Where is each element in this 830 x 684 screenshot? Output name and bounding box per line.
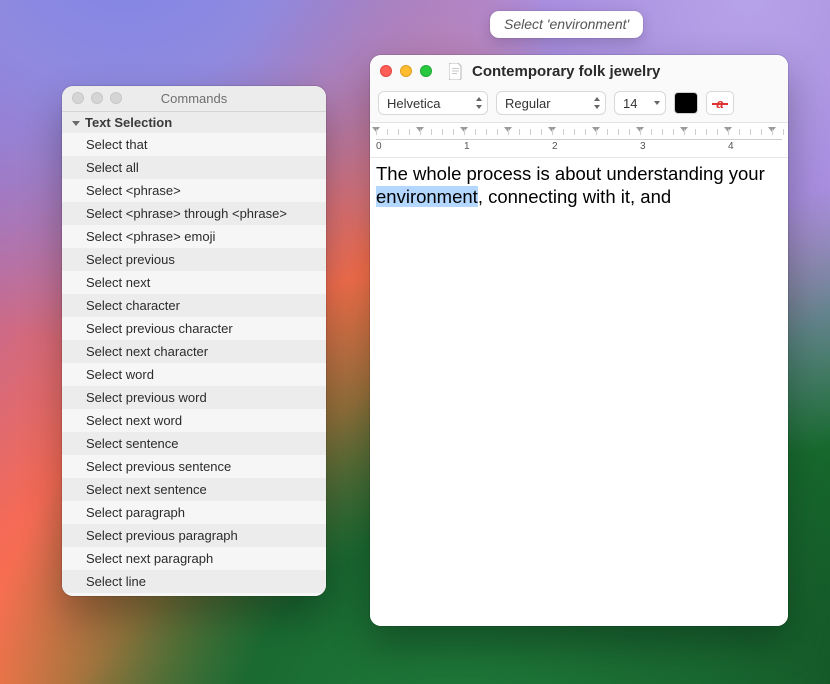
ruler-label: 1: [464, 141, 470, 152]
command-row[interactable]: Select previous line: [62, 593, 326, 596]
minimize-icon[interactable]: [400, 65, 412, 77]
commands-window: Commands Text Selection Select thatSelec…: [62, 86, 326, 596]
font-style-popup[interactable]: Regular: [496, 91, 606, 115]
textedit-window: Contemporary folk jewelry Helvetica Regu…: [370, 55, 788, 626]
ruler-label: 0: [376, 141, 382, 152]
traffic-lights-inactive: [72, 92, 122, 104]
close-icon[interactable]: [380, 65, 392, 77]
document-body[interactable]: The whole process is about understanding…: [370, 158, 788, 626]
ruler-label: 3: [640, 141, 646, 152]
command-row[interactable]: Select <phrase> emoji: [62, 225, 326, 248]
command-row[interactable]: Select previous character: [62, 317, 326, 340]
command-row[interactable]: Select previous sentence: [62, 455, 326, 478]
font-style-value: Regular: [497, 96, 553, 111]
command-row[interactable]: Select next paragraph: [62, 547, 326, 570]
command-row[interactable]: Select that: [62, 133, 326, 156]
font-family-popup[interactable]: Helvetica: [378, 91, 488, 115]
command-row[interactable]: Select <phrase>: [62, 179, 326, 202]
font-size-value: 14: [615, 96, 639, 111]
zoom-icon[interactable]: [110, 92, 122, 104]
chevron-down-icon[interactable]: [649, 97, 665, 109]
ruler-numbers: 0 1 2 3 4: [376, 141, 788, 155]
minimize-icon[interactable]: [91, 92, 103, 104]
command-row[interactable]: Select next: [62, 271, 326, 294]
disclosure-triangle-down-icon[interactable]: [70, 117, 82, 129]
font-family-value: Helvetica: [379, 96, 442, 111]
commands-titlebar[interactable]: Commands: [62, 86, 326, 112]
close-icon[interactable]: [72, 92, 84, 104]
command-row[interactable]: Select line: [62, 570, 326, 593]
command-row[interactable]: Select sentence: [62, 432, 326, 455]
siri-voice-bubble: Select 'environment': [490, 11, 643, 38]
commands-list: Select thatSelect allSelect <phrase>Sele…: [62, 133, 326, 596]
command-row[interactable]: Select next word: [62, 409, 326, 432]
siri-voice-text: Select 'environment': [504, 16, 629, 32]
zoom-icon[interactable]: [420, 65, 432, 77]
command-row[interactable]: Select previous: [62, 248, 326, 271]
commands-section-header[interactable]: Text Selection: [62, 112, 326, 133]
textedit-titlebar[interactable]: Contemporary folk jewelry: [370, 55, 788, 87]
ruler-label: 4: [728, 141, 734, 152]
command-row[interactable]: Select next character: [62, 340, 326, 363]
desktop-wallpaper: Select 'environment' Commands Text Selec…: [0, 0, 830, 684]
command-row[interactable]: Select word: [62, 363, 326, 386]
commands-section-title: Text Selection: [85, 115, 172, 130]
command-row[interactable]: Select previous word: [62, 386, 326, 409]
command-row[interactable]: Select next sentence: [62, 478, 326, 501]
command-row[interactable]: Select paragraph: [62, 501, 326, 524]
strikethrough-button[interactable]: a: [706, 91, 734, 115]
text-color-well[interactable]: [674, 92, 698, 114]
document-selection: environment: [376, 186, 478, 207]
updown-arrows-icon: [589, 97, 605, 109]
traffic-lights: [380, 65, 432, 77]
ruler-label: 2: [552, 141, 558, 152]
command-row[interactable]: Select <phrase> through <phrase>: [62, 202, 326, 225]
document-text-after-selection: , connecting with it, and: [478, 186, 671, 207]
command-row[interactable]: Select all: [62, 156, 326, 179]
document-icon: [448, 62, 464, 80]
font-size-field[interactable]: 14: [614, 91, 666, 115]
textedit-document-title: Contemporary folk jewelry: [472, 63, 660, 80]
textedit-toolbar: Helvetica Regular 14 a: [370, 87, 788, 123]
document-text-before-selection: The whole process is about understanding…: [376, 163, 765, 184]
command-row[interactable]: Select previous paragraph: [62, 524, 326, 547]
updown-arrows-icon: [471, 97, 487, 109]
strikethrough-glyph: a: [716, 96, 723, 111]
textedit-ruler[interactable]: 0 1 2 3 4: [370, 123, 788, 158]
command-row[interactable]: Select character: [62, 294, 326, 317]
